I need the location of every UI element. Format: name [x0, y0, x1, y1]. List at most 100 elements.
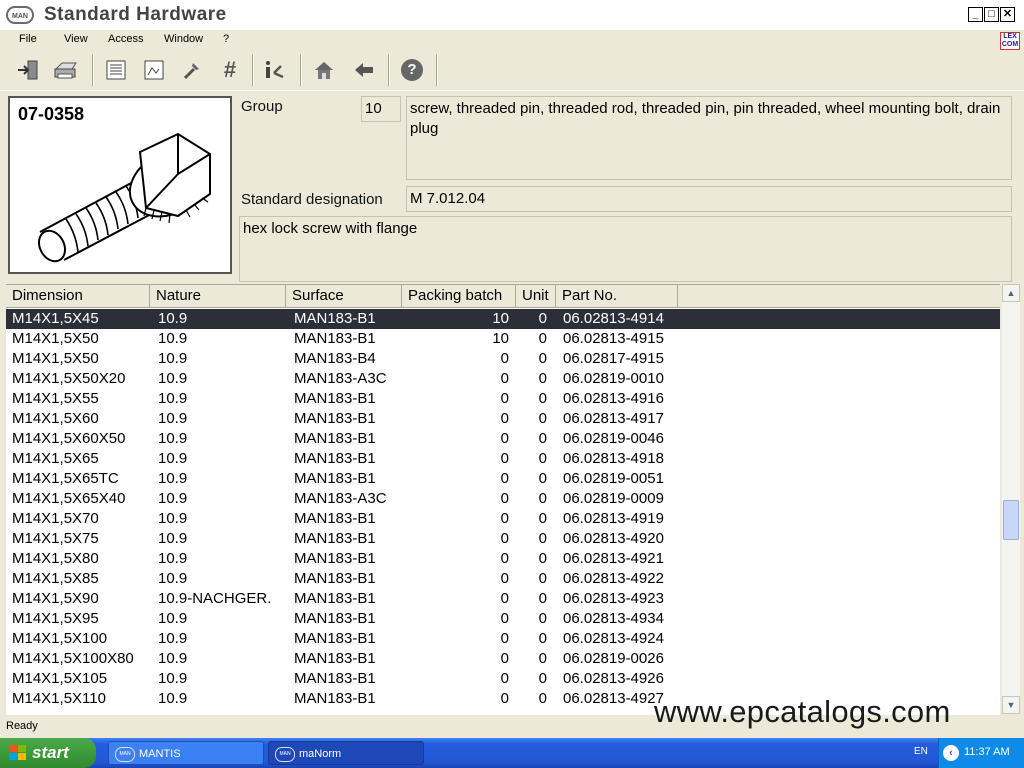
- cell-part-no: 06.02813-4914: [563, 310, 664, 327]
- taskbar-item-mantis[interactable]: MAN MANTIS: [108, 741, 264, 765]
- man-logo-icon: MAN: [115, 747, 135, 762]
- table-row[interactable]: M14X1,5X65TC 10.9 MAN183-B1 0 0 06.02819-0051: [6, 469, 1000, 489]
- start-button[interactable]: start: [0, 738, 96, 768]
- cell-part-no: 06.02819-0046: [563, 430, 664, 447]
- cell-unit: 0: [538, 550, 547, 567]
- exit-icon[interactable]: [14, 56, 42, 84]
- toolbar: # ?: [0, 50, 1024, 91]
- cell-part-no: 06.02819-0026: [563, 650, 664, 667]
- tool-icon[interactable]: [178, 56, 206, 84]
- table-row[interactable]: M14X1,5X100X80 10.9 MAN183-B1 0 0 06.02819-00…: [6, 649, 1000, 669]
- cell-nature: 10.9: [158, 450, 188, 467]
- taskbar: start MAN MANTIS MAN maNorm EN ‹ 11:37 A…: [0, 738, 1024, 768]
- scroll-down-icon[interactable]: ▼: [1002, 696, 1020, 714]
- cell-surface: MAN183-A3C: [294, 370, 387, 387]
- cell-packing-batch: 0: [500, 490, 509, 507]
- table-row[interactable]: M14X1,5X80 10.9 MAN183-B1 0 0 06.02813-4921: [6, 549, 1000, 569]
- help-icon[interactable]: ?: [398, 56, 426, 84]
- cell-nature: 10.9: [158, 650, 188, 667]
- cell-part-no: 06.02813-4923: [563, 590, 664, 607]
- table-row[interactable]: M14X1,5X75 10.9 MAN183-B1 0 0 06.02813-4920: [6, 529, 1000, 549]
- maximize-button[interactable]: □: [984, 7, 999, 22]
- cell-surface: MAN183-B1: [294, 470, 376, 487]
- back-arrow-icon[interactable]: [350, 56, 378, 84]
- menu-file[interactable]: File: [19, 30, 37, 48]
- cell-dimension: M14X1,5X90: [12, 590, 99, 607]
- table-row[interactable]: M14X1,5X100 10.9 MAN183-B1 0 0 06.02813-4924: [6, 629, 1000, 649]
- cell-unit: 0: [538, 470, 547, 487]
- table-row[interactable]: M14X1,5X95 10.9 MAN183-B1 0 0 06.02813-4934: [6, 609, 1000, 629]
- cell-unit: 0: [538, 390, 547, 407]
- window-title: Standard Hardware: [44, 4, 227, 25]
- table-row[interactable]: M14X1,5X70 10.9 MAN183-B1 0 0 06.02813-4919: [6, 509, 1000, 529]
- table-row[interactable]: M14X1,5X60X50 10.9 MAN183-B1 0 0 06.02819-004…: [6, 429, 1000, 449]
- toolbar-separator: [252, 54, 254, 86]
- tray-chevron-icon[interactable]: ‹: [943, 745, 959, 761]
- cell-surface: MAN183-B1: [294, 410, 376, 427]
- clock: 11:37 AM: [964, 746, 1010, 758]
- column-header-part-no[interactable]: Part No.: [556, 285, 678, 307]
- table-row[interactable]: M14X1,5X55 10.9 MAN183-B1 0 0 06.02813-4916: [6, 389, 1000, 409]
- menu-view[interactable]: View: [64, 30, 88, 48]
- scroll-up-icon[interactable]: ▲: [1002, 284, 1020, 302]
- menu-help[interactable]: ?: [223, 30, 229, 48]
- cell-packing-batch: 0: [500, 590, 509, 607]
- cell-nature: 10.9: [158, 510, 188, 527]
- close-button[interactable]: ✕: [1000, 7, 1015, 22]
- toolbar-separator: [388, 54, 390, 86]
- cell-nature: 10.9: [158, 310, 188, 327]
- cell-nature: 10.9: [158, 610, 188, 627]
- menu-window[interactable]: Window: [164, 30, 203, 48]
- table-row[interactable]: M14X1,5X50X20 10.9 MAN183-A3C 0 0 06.02819-00…: [6, 369, 1000, 389]
- table-row[interactable]: M14X1,5X85 10.9 MAN183-B1 0 0 06.02813-4922: [6, 569, 1000, 589]
- picture-icon[interactable]: [140, 56, 168, 84]
- column-header-surface[interactable]: Surface: [286, 285, 402, 307]
- part-image-box: 07-0358: [8, 96, 232, 274]
- cell-packing-batch: 0: [500, 690, 509, 707]
- table-row[interactable]: M14X1,5X65 10.9 MAN183-B1 0 0 06.02813-4918: [6, 449, 1000, 469]
- cell-part-no: 06.02813-4919: [563, 510, 664, 527]
- column-header-nature[interactable]: Nature: [150, 285, 286, 307]
- home-icon[interactable]: [310, 56, 338, 84]
- toolbar-separator: [436, 54, 438, 86]
- title-bar: MAN Standard Hardware _ □ ✕: [0, 0, 1024, 30]
- table-row[interactable]: M14X1,5X65X40 10.9 MAN183-A3C 0 0 06.02819-00…: [6, 489, 1000, 509]
- table-row[interactable]: M14X1,5X50 10.9 MAN183-B4 0 0 06.02817-4915: [6, 349, 1000, 369]
- info-icon[interactable]: [262, 56, 290, 84]
- table-row[interactable]: M14X1,5X105 10.9 MAN183-B1 0 0 06.02813-4926: [6, 669, 1000, 689]
- taskbar-item-manorm[interactable]: MAN maNorm: [268, 741, 424, 765]
- column-header-unit[interactable]: Unit: [516, 285, 556, 307]
- print-icon[interactable]: [52, 56, 80, 84]
- cell-packing-batch: 0: [500, 410, 509, 427]
- cell-packing-batch: 0: [500, 350, 509, 367]
- cell-dimension: M14X1,5X45: [12, 310, 99, 327]
- column-header-dimension[interactable]: Dimension: [6, 285, 150, 307]
- cell-dimension: M14X1,5X100: [12, 630, 108, 647]
- table-row[interactable]: M14X1,5X45 10.9 MAN183-B1 10 0 06.02813-4914: [6, 309, 1000, 329]
- cell-unit: 0: [538, 570, 547, 587]
- column-header-packing-batch[interactable]: Packing batch: [402, 285, 516, 307]
- cell-part-no: 06.02817-4915: [563, 350, 664, 367]
- cell-dimension: M14X1,5X105: [12, 670, 108, 687]
- vertical-scrollbar[interactable]: ▲ ▼: [1002, 284, 1020, 714]
- table-body: M14X1,5X45 10.9 MAN183-B1 10 0 06.02813-4914 M…: [6, 309, 1000, 709]
- status-text: Ready: [6, 720, 38, 732]
- cell-packing-batch: 10: [492, 330, 509, 347]
- cell-nature: 10.9: [158, 370, 188, 387]
- table-row[interactable]: M14X1,5X50 10.9 MAN183-B1 10 0 06.02813-4915: [6, 329, 1000, 349]
- menu-access[interactable]: Access: [108, 30, 143, 48]
- table-row[interactable]: M14X1,5X60 10.9 MAN183-B1 0 0 06.02813-4917: [6, 409, 1000, 429]
- language-indicator[interactable]: EN: [914, 746, 928, 757]
- group-value: 10: [361, 96, 401, 122]
- cell-packing-batch: 0: [500, 530, 509, 547]
- list-icon[interactable]: [102, 56, 130, 84]
- cell-part-no: 06.02819-0010: [563, 370, 664, 387]
- cell-nature: 10.9: [158, 430, 188, 447]
- minimize-button[interactable]: _: [968, 7, 983, 22]
- toolbar-separator: [300, 54, 302, 86]
- table-row[interactable]: M14X1,5X90 10.9-NACHGER. MAN183-B1 0 0 06.028…: [6, 589, 1000, 609]
- scrollbar-thumb[interactable]: [1003, 500, 1019, 540]
- cell-dimension: M14X1,5X70: [12, 510, 99, 527]
- hash-icon[interactable]: #: [216, 56, 244, 84]
- cell-packing-batch: 0: [500, 450, 509, 467]
